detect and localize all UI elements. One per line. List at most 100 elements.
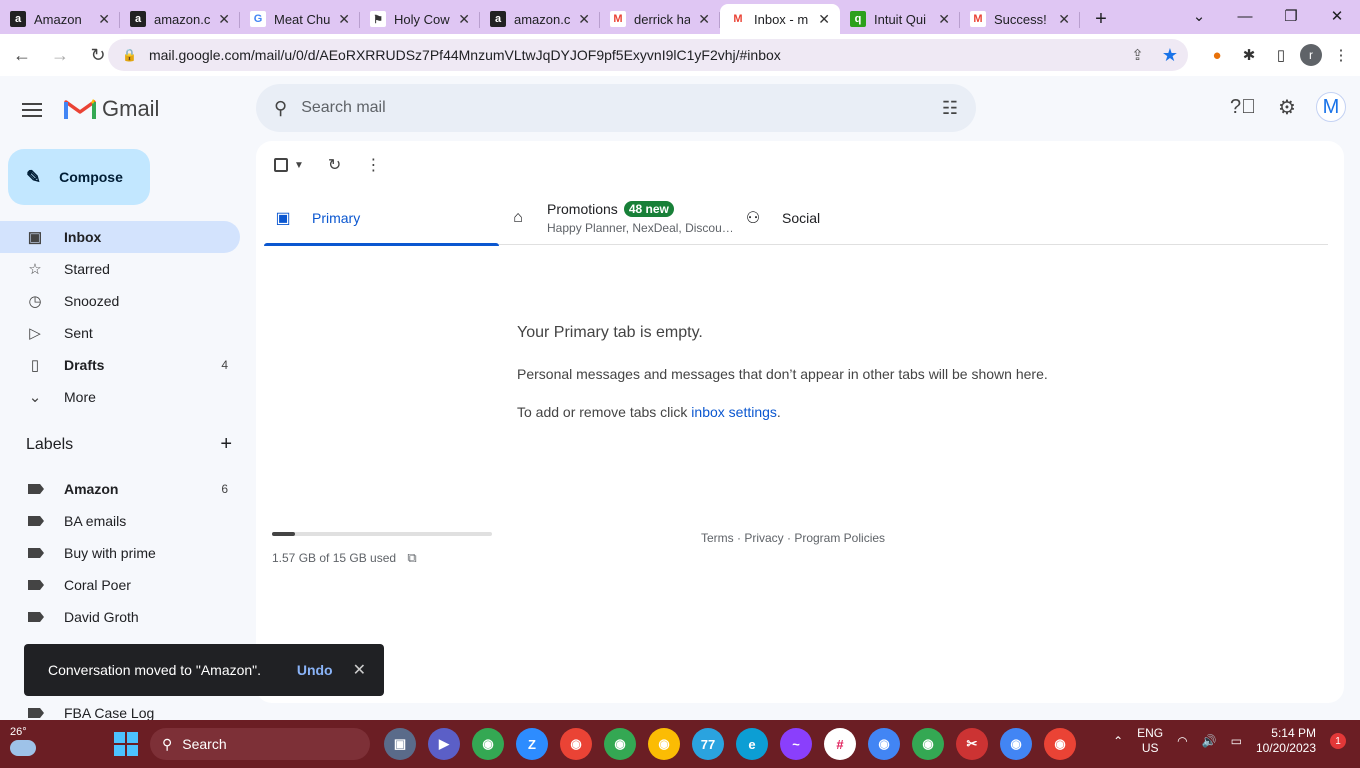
new-tab-button[interactable]: + [1086, 4, 1116, 34]
meet-icon[interactable]: ▶ [428, 728, 460, 760]
omnibox[interactable]: 🔒 mail.google.com/mail/u/0/d/AEoRXRRUDSz… [108, 39, 1188, 71]
empty-state: Your Primary tab is empty. Personal mess… [517, 324, 1048, 442]
close-tab-icon[interactable]: ✕ [938, 11, 950, 28]
chrome-icon[interactable]: ◉ [560, 728, 592, 760]
extension-icon[interactable]: ● [1204, 39, 1230, 71]
forward-icon[interactable]: → [44, 39, 76, 71]
sidepanel-icon[interactable]: ▯ [1268, 39, 1294, 71]
snackbar-toast: Conversation moved to "Amazon". Undo ✕ [24, 644, 384, 696]
undo-button[interactable]: Undo [297, 662, 333, 678]
close-window-icon[interactable]: ✕ [1314, 0, 1360, 32]
sidebar-item-more[interactable]: ⌄ More [0, 381, 240, 413]
browser-tab[interactable]: M Success! ✕ [960, 4, 1080, 34]
tab-title: Amazon [34, 11, 82, 27]
chevron-up-icon[interactable]: ⌃ [1113, 734, 1123, 748]
open-external-icon[interactable]: ⧉ [407, 550, 416, 565]
sidebar-item-snoozed[interactable]: ◷ Snoozed [0, 285, 240, 317]
minimize-icon[interactable]: — [1222, 0, 1268, 32]
tab-search-icon[interactable]: ⌄ [1176, 0, 1222, 32]
close-tab-icon[interactable]: ✕ [338, 11, 350, 28]
label-name: FBA Case Log [64, 705, 155, 721]
tab-social[interactable]: ⚇ Social [734, 191, 969, 245]
label-item[interactable]: David Groth [0, 601, 240, 633]
sidebar-item-sent[interactable]: ▷ Sent [0, 317, 240, 349]
label-item[interactable]: BA emails [0, 505, 240, 537]
chrome-icon[interactable]: ◉ [1000, 728, 1032, 760]
language-indicator[interactable]: ENG US [1137, 726, 1163, 756]
close-tab-icon[interactable]: ✕ [98, 11, 110, 28]
gmail-logo[interactable]: Gmail [64, 96, 159, 122]
close-tab-icon[interactable]: ✕ [1058, 11, 1070, 28]
compose-button[interactable]: ✎ Compose [8, 149, 150, 205]
zoom-icon[interactable]: Z [516, 728, 548, 760]
browser-tab[interactable]: ⚑ Holy Cow ✕ [360, 4, 480, 34]
browser-tab[interactable]: a Amazon ✕ [0, 4, 120, 34]
account-avatar[interactable]: M [1316, 92, 1346, 122]
chrome-icon[interactable]: ◉ [868, 728, 900, 760]
clock[interactable]: 5:14 PM 10/20/2023 [1256, 726, 1316, 756]
sidebar-item-drafts[interactable]: ▯ Drafts 4 [0, 349, 240, 381]
chrome-icon[interactable]: ◉ [912, 728, 944, 760]
volume-icon[interactable]: 🔊 [1202, 734, 1217, 748]
snip-icon[interactable]: ✂ [956, 728, 988, 760]
footer-links[interactable]: Terms · Privacy · Program Policies [701, 531, 885, 545]
url-text[interactable]: mail.google.com/mail/u/0/d/AEoRXRRUDSz7P… [149, 47, 1131, 63]
chrome-icon[interactable]: ◉ [1044, 728, 1076, 760]
close-tab-icon[interactable]: ✕ [818, 11, 830, 28]
taskbar-search[interactable]: ⚲ Search [150, 728, 370, 760]
close-tab-icon[interactable]: ✕ [698, 11, 710, 28]
close-tab-icon[interactable]: ✕ [458, 11, 470, 28]
slack-icon[interactable]: # [824, 728, 856, 760]
tab-primary[interactable]: ▣ Primary [264, 191, 499, 246]
edge-icon[interactable]: e [736, 728, 768, 760]
close-icon[interactable]: ✕ [353, 660, 366, 680]
select-all-checkbox[interactable]: ▼ [274, 158, 304, 172]
add-label-icon[interactable]: + [220, 434, 232, 454]
bookmark-star-icon[interactable]: ★ [1162, 45, 1178, 66]
telegram-icon[interactable]: 77 [692, 728, 724, 760]
system-tray: ⌃ ENG US ◠ 🔊 ▭ 5:14 PM 10/20/2023 1 [1113, 726, 1346, 756]
close-tab-icon[interactable]: ✕ [578, 11, 590, 28]
search-options-icon[interactable]: ☷ [942, 98, 958, 119]
chrome-icon[interactable]: ◉ [648, 728, 680, 760]
search-input[interactable]: Search mail [301, 99, 942, 117]
weather-widget[interactable]: 26° [10, 726, 36, 756]
share-icon[interactable]: ⇪ [1131, 46, 1144, 64]
back-icon[interactable]: ← [6, 39, 38, 71]
search-icon[interactable]: ⚲ [274, 98, 287, 119]
battery-icon[interactable]: ▭ [1231, 734, 1242, 748]
start-icon[interactable] [114, 732, 138, 756]
label-item[interactable]: Coral Poer [0, 569, 240, 601]
inbox-icon: ▣ [27, 229, 43, 246]
browser-tab[interactable]: M Inbox - m ✕ [720, 4, 840, 34]
files-icon[interactable]: ▣ [384, 728, 416, 760]
inbox-settings-link[interactable]: inbox settings [691, 404, 777, 420]
chrome-icon[interactable]: ◉ [604, 728, 636, 760]
sidebar-item-starred[interactable]: ☆ Starred [0, 253, 240, 285]
puzzle-icon[interactable]: ✱ [1236, 39, 1262, 71]
main-menu-icon[interactable] [22, 96, 50, 124]
wifi-icon[interactable]: ◠ [1177, 734, 1187, 748]
gear-icon[interactable]: ⚙ [1272, 92, 1302, 122]
messenger-icon[interactable]: ~ [780, 728, 812, 760]
browser-tab[interactable]: a amazon.c ✕ [480, 4, 600, 34]
label-item[interactable]: Amazon 6 [0, 473, 240, 505]
close-tab-icon[interactable]: ✕ [218, 11, 230, 28]
profile-avatar[interactable]: r [1300, 44, 1322, 66]
help-icon[interactable]: ?⃝ [1228, 92, 1258, 122]
browser-tab[interactable]: a amazon.c ✕ [120, 4, 240, 34]
browser-tab[interactable]: q Intuit Qui ✕ [840, 4, 960, 34]
browser-tab[interactable]: G Meat Chu ✕ [240, 4, 360, 34]
more-kebab-icon[interactable]: ⋮ [365, 155, 381, 175]
amazon-icon: a [490, 11, 506, 27]
notification-badge[interactable]: 1 [1330, 733, 1346, 749]
refresh-icon[interactable]: ↻ [328, 155, 341, 175]
tab-promotions[interactable]: ⌂ Promotions 48 new Happy Planner, NexDeal,… [499, 191, 734, 245]
menu-kebab-icon[interactable]: ⋮ [1328, 39, 1354, 71]
chrome-icon[interactable]: ◉ [472, 728, 504, 760]
label-item[interactable]: Buy with prime [0, 537, 240, 569]
sidebar-item-inbox[interactable]: ▣ Inbox [0, 221, 240, 253]
restore-icon[interactable]: ❐ [1268, 0, 1314, 32]
browser-tab[interactable]: Mderrick ha ✕ [600, 4, 720, 34]
search-bar[interactable]: ⚲ Search mail ☷ [256, 84, 976, 132]
